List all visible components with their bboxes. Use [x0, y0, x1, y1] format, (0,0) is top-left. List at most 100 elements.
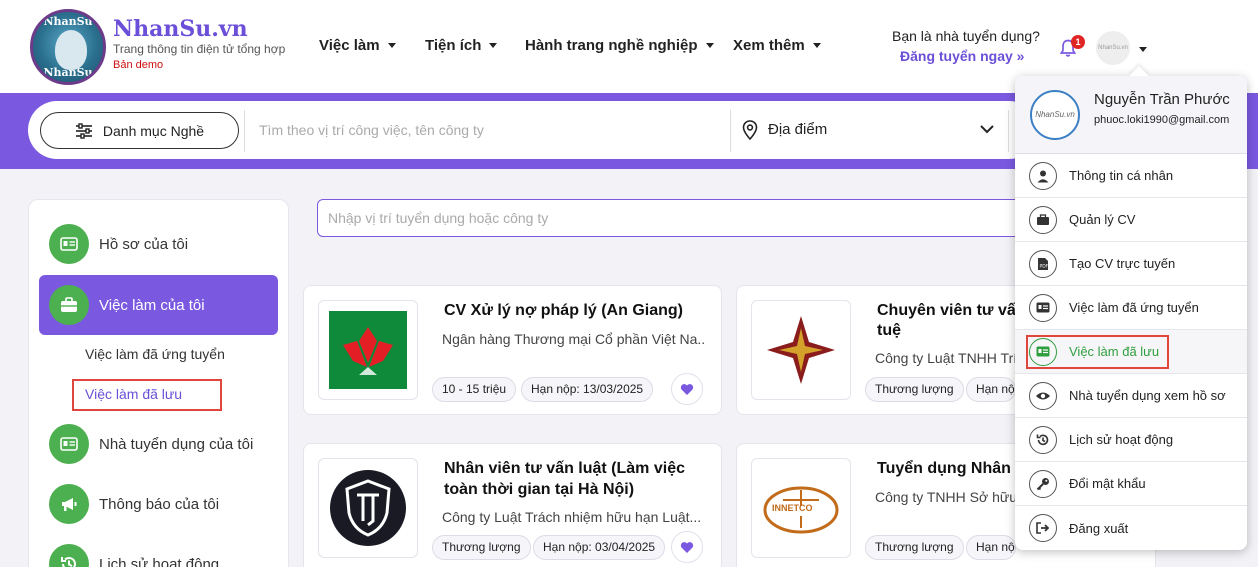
sidebar-item-history[interactable]: Lịch sử hoạt động	[39, 534, 278, 567]
location-pin-icon	[742, 120, 758, 140]
chevron-down-icon	[705, 43, 714, 48]
job-title[interactable]: Tuyển dụng Nhân v	[877, 458, 1024, 479]
sidebar-item-label: Việc làm của tôi	[99, 296, 205, 314]
menu-item-create-cv[interactable]: PDF Tạo CV trực tuyến	[1015, 242, 1247, 286]
menu-item-label: Đăng xuất	[1069, 520, 1129, 536]
svg-text:PDF: PDF	[1040, 263, 1049, 269]
brand-tagline: Trang thông tin điện tử tổng hợp	[113, 42, 286, 56]
menu-item-label: Tạo CV trực tuyến	[1069, 256, 1176, 271]
law-firm-shield-logo-icon	[330, 470, 406, 546]
menu-item-applied-jobs[interactable]: Việc làm đã ứng tuyển	[1015, 286, 1247, 330]
heart-icon	[680, 541, 694, 553]
megaphone-icon	[49, 484, 89, 524]
notification-badge: 1	[1071, 35, 1085, 49]
company-logo[interactable]	[318, 458, 418, 558]
job-title-line2[interactable]: tuệ	[877, 320, 901, 341]
sidebar-item-profile[interactable]: Hồ sơ của tôi	[39, 214, 278, 274]
brand-name[interactable]: NhanSu.vn	[113, 16, 248, 42]
sidebar-item-label: Hồ sơ của tôi	[99, 235, 189, 253]
salary-tag: 10 - 15 triệu	[432, 377, 517, 402]
sidebar-item-my-recruiters[interactable]: Nhà tuyển dụng của tôi	[39, 414, 278, 474]
menu-item-profile-info[interactable]: Thông tin cá nhân	[1015, 154, 1247, 198]
history-icon	[1029, 425, 1057, 454]
menu-item-label: Đổi mật khẩu	[1069, 476, 1146, 491]
menu-item-label: Nhà tuyển dụng xem hồ sơ	[1069, 388, 1226, 403]
deadline-tag: Hạn nộ	[966, 535, 1016, 560]
sidebar-sub-applied-jobs[interactable]: Việc làm đã ứng tuyển	[85, 346, 225, 362]
menu-item-label: Lịch sử hoạt động	[1069, 432, 1174, 447]
nav-label: Tiện ích	[425, 37, 482, 54]
avatar[interactable]: NhanSu.vn	[1096, 31, 1130, 65]
job-title[interactable]: Nhân viên tư vấn luật (Làm việc	[444, 458, 685, 479]
history-icon	[49, 544, 89, 567]
company-logo[interactable]: INNETCO	[751, 458, 851, 558]
recruiter-question: Bạn là nhà tuyển dụng?	[892, 28, 1040, 44]
menu-item-recruiter-views[interactable]: Nhà tuyển dụng xem hồ sơ	[1015, 374, 1247, 418]
job-title-line2[interactable]: toàn thời gian tại Hà Nội)	[444, 479, 634, 500]
id-card-icon	[49, 424, 89, 464]
chevron-down-icon	[489, 43, 498, 48]
job-title[interactable]: CV Xử lý nợ pháp lý (An Giang)	[444, 300, 683, 321]
salary-tag: Thương lượng	[432, 535, 531, 560]
job-title[interactable]: Chuyên viên tư vấn	[877, 300, 1026, 321]
id-card-icon	[49, 224, 89, 264]
location-select[interactable]: Địa điểm	[768, 121, 827, 138]
save-job-button[interactable]	[671, 373, 703, 405]
divider	[244, 110, 245, 152]
logo-face-icon	[55, 30, 87, 70]
menu-item-change-password[interactable]: Đổi mật khẩu	[1015, 462, 1247, 506]
user-icon	[1029, 161, 1057, 190]
logo-text-bottom: NhanSu	[43, 66, 93, 79]
job-search-input[interactable]: Tìm theo vị trí công việc, tên công ty	[259, 122, 484, 138]
company-name[interactable]: Ngân hàng Thương mại Cổ phần Việt Na...	[442, 331, 706, 347]
chevron-down-icon[interactable]	[1139, 47, 1147, 52]
nav-tien-ich[interactable]: Tiện ích	[425, 37, 498, 54]
vpbank-logo-icon	[329, 311, 407, 389]
post-job-link[interactable]: Đăng tuyển ngay »	[900, 48, 1024, 64]
sidebar-item-label: Lịch sử hoạt động	[99, 555, 220, 567]
pdf-file-icon: PDF	[1029, 249, 1057, 278]
sidebar-item-my-jobs[interactable]: Việc làm của tôi	[39, 275, 278, 335]
highlight-box	[1026, 335, 1169, 369]
logout-icon	[1029, 514, 1057, 542]
nav-hanh-trang[interactable]: Hành trang nghề nghiệp	[525, 37, 714, 54]
company-name[interactable]: Công ty Luật Trách nhiệm hữu hạn Luật...	[442, 509, 706, 525]
sidebar-item-label: Nhà tuyển dụng của tôi	[99, 435, 254, 453]
category-button-label: Danh mục Nghề	[102, 122, 205, 139]
salary-tag: Thương lượng	[865, 377, 964, 402]
menu-item-manage-cv[interactable]: Quản lý CV	[1015, 198, 1247, 242]
category-button[interactable]: Danh mục Nghề	[40, 112, 239, 149]
sidebar-item-label: Thông báo của tôi	[99, 495, 220, 513]
logo-text: INNETCO	[772, 503, 813, 513]
deadline-tag: Hạn nộp: 03/04/2025	[533, 535, 666, 560]
user-email: phuoc.loki1990@gmail.com	[1094, 114, 1230, 126]
law-firm-star-logo-icon	[767, 316, 835, 384]
company-name[interactable]: Công ty TNHH Sở hữu	[875, 489, 1015, 505]
company-logo[interactable]	[751, 300, 851, 400]
id-card-icon	[1029, 293, 1057, 322]
nav-label: Việc làm	[319, 37, 380, 54]
menu-item-logout[interactable]: Đăng xuất	[1015, 506, 1247, 550]
site-logo[interactable]: NhanSu NhanSu	[30, 9, 106, 85]
nav-xem-them[interactable]: Xem thêm	[733, 37, 821, 54]
menu-item-label: Thông tin cá nhân	[1069, 168, 1174, 183]
dropdown-avatar: NhanSu.vn	[1030, 90, 1080, 140]
highlight-box	[72, 379, 222, 411]
saved-jobs-search-placeholder: Nhập vị trí tuyển dụng hoặc công ty	[328, 210, 549, 226]
sidebar-item-notifications[interactable]: Thông báo của tôi	[39, 474, 278, 534]
salary-tag: Thương lượng	[865, 535, 964, 560]
company-logo[interactable]	[318, 300, 418, 400]
briefcase-icon	[49, 285, 89, 325]
heart-icon	[680, 383, 694, 395]
company-name[interactable]: Công ty Luật TNHH Trí	[875, 350, 1015, 366]
save-job-button[interactable]	[671, 531, 703, 563]
sliders-icon	[75, 122, 92, 139]
menu-item-activity-history[interactable]: Lịch sử hoạt động	[1015, 418, 1247, 462]
nav-viec-lam[interactable]: Việc làm	[319, 37, 396, 54]
key-icon	[1029, 469, 1057, 498]
deadline-tag: Hạn nộp: 13/03/2025	[521, 377, 654, 402]
chevron-down-icon	[812, 43, 821, 48]
nav-label: Hành trang nghề nghiệp	[525, 37, 698, 54]
chevron-down-icon[interactable]	[980, 124, 994, 134]
divider	[730, 110, 731, 152]
